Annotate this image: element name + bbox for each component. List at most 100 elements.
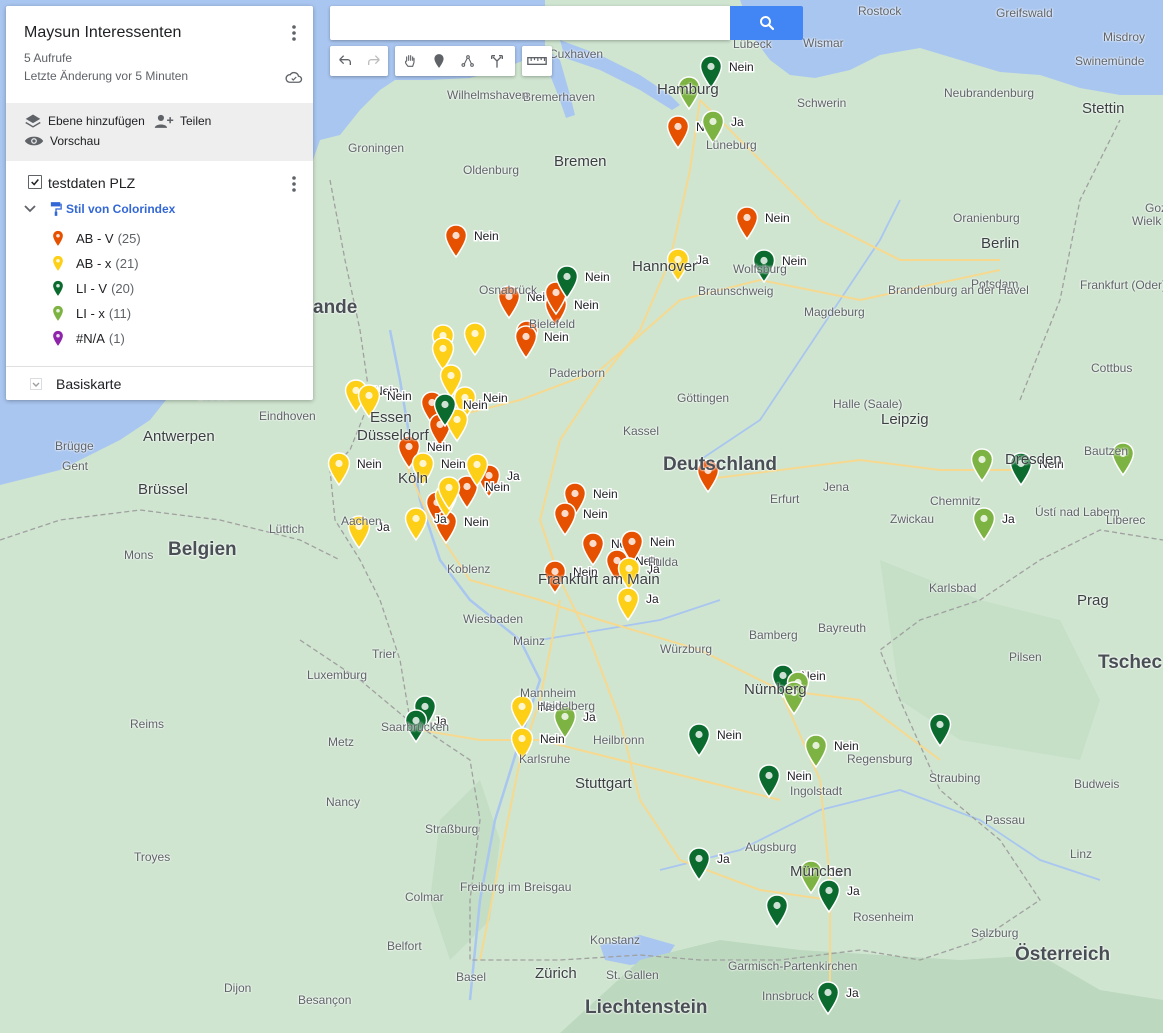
legend-label: #N/A [76, 331, 105, 346]
marker-label: Ja [847, 884, 860, 898]
city-label: Pilsen [1009, 650, 1042, 664]
search-button[interactable] [730, 6, 803, 40]
marker-label: Nein [441, 457, 466, 471]
layer-name[interactable]: testdaten PLZ [48, 175, 135, 191]
marker-label: Nein [765, 211, 790, 225]
city-label: Dresden [1005, 451, 1062, 468]
style-by-label[interactable]: Stil von Colorindex [66, 202, 175, 216]
legend-label: LI - V [76, 281, 108, 296]
legend-count: (25) [117, 231, 141, 246]
city-label: Straubing [929, 771, 981, 785]
marker-label: Nein [387, 389, 412, 403]
marker-label: Nein [427, 440, 452, 454]
measure-tool[interactable] [522, 46, 551, 76]
city-label: Wismar [803, 36, 844, 50]
legend-item[interactable]: AB - x (21) [52, 255, 139, 272]
marker-label: Ja [846, 986, 859, 1000]
city-label: Besançon [298, 993, 352, 1007]
map-title[interactable]: Maysun Interessenten [24, 24, 181, 42]
country-label: Belgien [168, 539, 237, 560]
undo-icon [338, 55, 351, 65]
action-bar: Ebene hinzufügen Teilen Vorschau [6, 103, 313, 161]
city-label: Groningen [348, 141, 405, 155]
city-label: Belfort [387, 939, 422, 953]
city-label: Konstanz [590, 933, 641, 947]
city-label: Mannheim [520, 686, 577, 700]
person-add-icon [154, 114, 174, 128]
undo-button[interactable] [330, 46, 359, 76]
city-label: Würzburg [660, 642, 713, 656]
city-label: Basel [456, 970, 487, 984]
draw-line-tool[interactable] [453, 46, 482, 76]
directions-icon [490, 55, 503, 68]
city-label: Trier [372, 647, 397, 661]
city-label: Rosenheim [853, 910, 914, 924]
city-label: Cottbus [1091, 361, 1133, 375]
add-marker-tool[interactable] [424, 46, 453, 76]
legend-item[interactable]: AB - V (25) [52, 230, 141, 247]
check-icon [31, 179, 39, 186]
layer-visibility-checkbox[interactable] [28, 175, 42, 189]
city-label: St. Gallen [606, 968, 659, 982]
marker-label: Nein [474, 229, 499, 243]
add-layer-label: Ebene hinzufügen [48, 114, 145, 128]
city-label: Essen [370, 409, 412, 426]
city-label: Wolfsburg [733, 262, 787, 276]
city-label: Bautzen [1084, 444, 1129, 458]
city-label: Karlsbad [929, 581, 977, 595]
marker-label: Ja [717, 852, 730, 866]
share-button[interactable]: Teilen [154, 113, 211, 129]
city-label: Misdroy [1103, 30, 1146, 44]
add-layer-button[interactable]: Ebene hinzufügen [24, 113, 145, 129]
directions-tool[interactable] [482, 46, 511, 76]
marker-label: Nein [574, 298, 599, 312]
basemap-toggle[interactable]: Basiskarte [30, 376, 121, 392]
redo-icon [367, 55, 380, 65]
legend-item[interactable]: LI - x (11) [52, 305, 131, 322]
city-label: Goz [1145, 201, 1163, 215]
select-hand-tool[interactable] [395, 46, 424, 76]
city-label: Düsseldorf [357, 427, 429, 444]
map-legend-panel: Maysun Interessenten 5 Aufrufe Letzte Än… [6, 6, 313, 400]
layers-icon [25, 114, 41, 128]
cloud-sync-status [284, 67, 304, 87]
legend-item[interactable]: LI - V (20) [52, 280, 134, 297]
country-label: Österreich [1015, 944, 1111, 965]
marker-label: Nein [650, 535, 675, 549]
city-label: Eindhoven [259, 409, 316, 423]
city-label: Budweis [1074, 777, 1120, 791]
search-input[interactable] [330, 6, 730, 40]
city-label: Erfurt [770, 492, 800, 506]
city-label: Passau [985, 813, 1026, 827]
city-label: Köln [398, 470, 429, 487]
map-options-button[interactable] [284, 23, 304, 43]
chevron-down-icon [30, 378, 42, 390]
marker-label: Ja [1002, 512, 1015, 526]
preview-button[interactable]: Vorschau [24, 134, 100, 148]
city-label: Colmar [405, 890, 444, 904]
legend-label: LI - x [76, 306, 105, 321]
city-label: Fulda [648, 555, 679, 569]
search-box [330, 6, 730, 40]
legend-label: AB - V [76, 231, 114, 246]
chevron-down-icon[interactable] [24, 205, 36, 213]
ruler-icon [526, 57, 547, 65]
city-label: Frankfurt (Oder) [1080, 278, 1163, 292]
layer-options-button[interactable] [284, 174, 304, 194]
share-label: Teilen [180, 114, 212, 128]
city-label: Bayreuth [818, 621, 867, 635]
city-label: Zürich [535, 965, 577, 982]
city-label: Wilhelmshaven [447, 88, 529, 102]
city-label: Oranienburg [953, 211, 1020, 225]
city-label: Bamberg [749, 628, 798, 642]
city-label: Nancy [326, 795, 361, 809]
city-label: München [790, 863, 852, 880]
marker-label: Nein [540, 732, 565, 746]
marker-label: Ja [434, 512, 447, 526]
legend-item[interactable]: #N/A (1) [52, 330, 125, 347]
redo-button[interactable] [359, 46, 388, 76]
marker-label: Nein [485, 480, 510, 494]
city-label: Koblenz [447, 562, 491, 576]
city-label: Aachen [341, 514, 382, 528]
city-label: Dijon [224, 981, 252, 995]
